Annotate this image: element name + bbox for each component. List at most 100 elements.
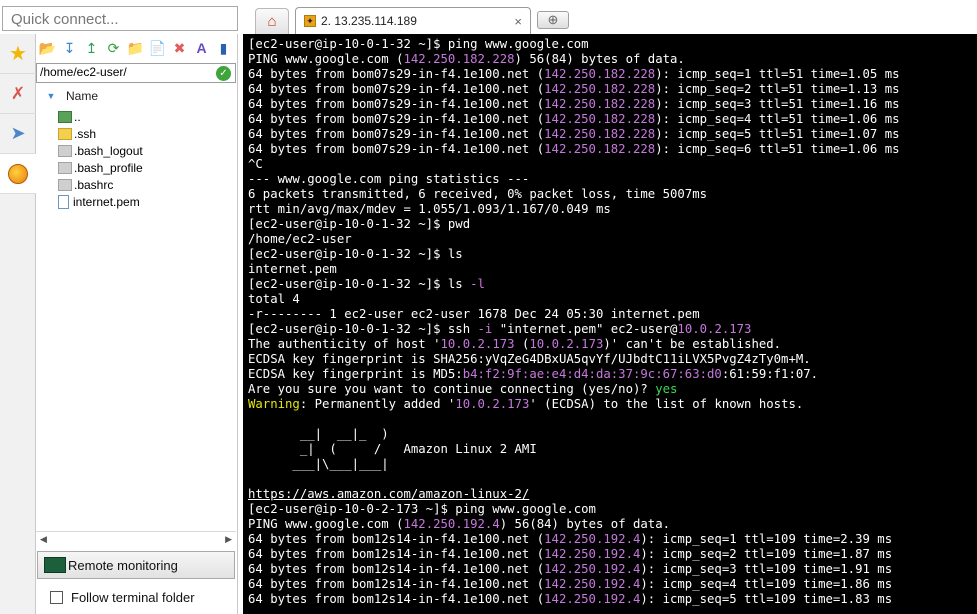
terminal-line: 64 bytes from bom07s29-in-f4.1e100.net (… xyxy=(248,142,977,157)
path-ok-icon[interactable]: ✓ xyxy=(216,66,231,81)
terminal-text: ( xyxy=(514,337,530,351)
follow-terminal-folder-label: Follow terminal folder xyxy=(71,590,195,605)
file-row[interactable]: .bashrc xyxy=(58,176,236,193)
sftp-globe-icon[interactable] xyxy=(0,154,36,194)
parent-dir-icon xyxy=(58,110,72,123)
rename-icon[interactable]: A xyxy=(192,39,211,58)
file-name: .bash_logout xyxy=(74,143,143,158)
remote-monitoring-button[interactable]: Remote monitoring xyxy=(37,551,235,579)
terminal-text: -i xyxy=(477,322,493,336)
star-icon[interactable]: ★ xyxy=(0,34,36,74)
terminal-line: 64 bytes from bom07s29-in-f4.1e100.net (… xyxy=(248,82,977,97)
file-name: .. xyxy=(74,109,81,124)
file-row[interactable]: .bash_profile xyxy=(58,159,236,176)
terminal-line: internet.pem xyxy=(248,262,977,277)
follow-terminal-folder-checkbox[interactable]: Follow terminal folder xyxy=(50,590,195,605)
upload-icon[interactable]: ↥ xyxy=(82,39,101,58)
terminal-text: 142.250.192.4 xyxy=(544,532,641,546)
terminal-line: --- www.google.com ping statistics --- xyxy=(248,172,977,187)
new-tab-button[interactable]: ⊕ xyxy=(537,11,569,29)
terminal-line: Warning: Permanently added '10.0.2.173' … xyxy=(248,397,977,412)
session-tab[interactable]: ✦ 2. 13.235.114.189 × xyxy=(295,7,531,34)
tab-bar: ⌂ ✦ 2. 13.235.114.189 × ⊕ xyxy=(243,0,977,34)
file-row[interactable]: .bash_logout xyxy=(58,142,236,159)
file-name: .ssh xyxy=(74,126,97,141)
sftp-path-field[interactable]: /home/ec2-user/ ✓ xyxy=(36,63,236,83)
file-icon xyxy=(58,194,69,209)
close-tab-icon[interactable]: × xyxy=(514,14,522,29)
terminal-text: 142.250.182.228 xyxy=(544,127,656,141)
tools-icon[interactable]: ✗ xyxy=(0,74,36,114)
checkbox-icon[interactable] xyxy=(50,591,63,604)
terminal-text: 142.250.192.4 xyxy=(544,577,641,591)
terminal-text: 6 packets transmitted, 6 received, 0% pa… xyxy=(248,187,708,201)
terminal-text: 142.250.182.228 xyxy=(403,52,515,66)
terminal-line: ^C xyxy=(248,157,977,172)
file-name: .bash_profile xyxy=(74,160,143,175)
terminal-line: 6 packets transmitted, 6 received, 0% pa… xyxy=(248,187,977,202)
terminal-line: __| __|_ ) xyxy=(248,427,977,442)
terminal-text: ): icmp_seq=1 ttl=109 time=2.39 ms xyxy=(640,532,893,546)
file-row[interactable]: internet.pem xyxy=(58,193,236,210)
new-folder-icon[interactable]: 📁 xyxy=(126,39,145,58)
terminal-text: Are you sure you want to continue connec… xyxy=(248,382,656,396)
terminal-text: ___|\___|___| xyxy=(248,457,389,471)
quick-connect-input[interactable]: Quick connect... xyxy=(2,6,238,31)
terminal-line: [ec2-user@ip-10-0-2-173 ~]$ ping www.goo… xyxy=(248,502,977,517)
file-row[interactable]: .ssh xyxy=(58,125,236,142)
terminal-line: total 4 xyxy=(248,292,977,307)
horizontal-scrollbar[interactable]: ◀ ▶ xyxy=(36,531,236,547)
terminal-text: yes xyxy=(655,382,678,396)
terminal-text: 10.0.2.173 xyxy=(677,322,752,336)
file-list-header[interactable]: ▼ Name xyxy=(36,86,236,106)
terminal-text: ): icmp_seq=5 ttl=109 time=1.83 ms xyxy=(640,592,893,606)
terminal-text: PING www.google.com ( xyxy=(248,517,404,531)
terminal-text: : Permanently added ' xyxy=(299,397,456,411)
scroll-left-icon[interactable]: ◀ xyxy=(40,534,47,545)
terminal-output[interactable]: [ec2-user@ip-10-0-1-32 ~]$ ping www.goog… xyxy=(243,34,977,614)
terminal-line: [ec2-user@ip-10-0-1-32 ~]$ ls -l xyxy=(248,277,977,292)
terminal-text: ): icmp_seq=3 ttl=51 time=1.16 ms xyxy=(655,97,900,111)
terminal-text: 142.250.182.228 xyxy=(544,67,656,81)
terminal-text: ): icmp_seq=5 ttl=51 time=1.07 ms xyxy=(655,127,900,141)
terminal-text: 142.250.182.228 xyxy=(544,112,656,126)
remote-monitoring-label: Remote monitoring xyxy=(68,557,178,573)
terminal-text: The authenticity of host ' xyxy=(248,337,441,351)
terminal-line: [ec2-user@ip-10-0-1-32 ~]$ ls xyxy=(248,247,977,262)
home-tab[interactable]: ⌂ xyxy=(255,8,289,34)
delete-icon[interactable]: ✖ xyxy=(170,39,189,58)
terminal-line: 64 bytes from bom12s14-in-f4.1e100.net (… xyxy=(248,532,977,547)
terminal-text: total 4 xyxy=(248,292,300,306)
terminal-text: rtt min/avg/max/mdev = 1.055/1.093/1.167… xyxy=(248,202,611,216)
terminal-session-icon: ✦ xyxy=(304,15,316,27)
terminal-text: [ec2-user@ip-10-0-2-173 ~]$ ping www.goo… xyxy=(248,502,596,516)
terminal-text: 64 bytes from bom12s14-in-f4.1e100.net ( xyxy=(248,577,545,591)
terminal-icon[interactable]: ▮ xyxy=(214,39,233,58)
home-icon: ⌂ xyxy=(267,13,277,30)
file-name: internet.pem xyxy=(73,194,140,209)
scroll-right-icon[interactable]: ▶ xyxy=(225,534,232,545)
terminal-text: ECDSA key fingerprint is SHA256:yVqZeG4D… xyxy=(248,352,811,366)
file-icon xyxy=(58,144,72,157)
refresh-icon[interactable]: ⟳ xyxy=(104,39,123,58)
parent-folder-icon[interactable]: 📂 xyxy=(38,39,57,58)
download-icon[interactable]: ↧ xyxy=(60,39,79,58)
terminal-text: ): icmp_seq=2 ttl=51 time=1.13 ms xyxy=(655,82,900,96)
terminal-text: "internet.pem" ec2-user@ xyxy=(492,322,678,336)
terminal-text: __| __|_ ) xyxy=(248,427,389,441)
file-list: .. .ssh .bash_logout .bash_profile .bashrc in… xyxy=(58,108,236,210)
send-icon[interactable]: ➤ xyxy=(0,114,36,154)
file-row[interactable]: .. xyxy=(58,108,236,125)
file-icon xyxy=(58,178,72,191)
terminal-line: 64 bytes from bom12s14-in-f4.1e100.net (… xyxy=(248,547,977,562)
terminal-text: 142.250.192.4 xyxy=(544,562,641,576)
terminal-text: ) 56(84) bytes of data. xyxy=(499,517,671,531)
terminal-line: [ec2-user@ip-10-0-1-32 ~]$ pwd xyxy=(248,217,977,232)
file-icon xyxy=(58,161,72,174)
terminal-text: https://aws.amazon.com/amazon-linux-2/ xyxy=(248,487,530,501)
terminal-text: :61:59:f1:07. xyxy=(721,367,819,381)
terminal-line: PING www.google.com (142.250.192.4) 56(8… xyxy=(248,517,977,532)
new-file-icon[interactable]: 📄 xyxy=(148,39,167,58)
